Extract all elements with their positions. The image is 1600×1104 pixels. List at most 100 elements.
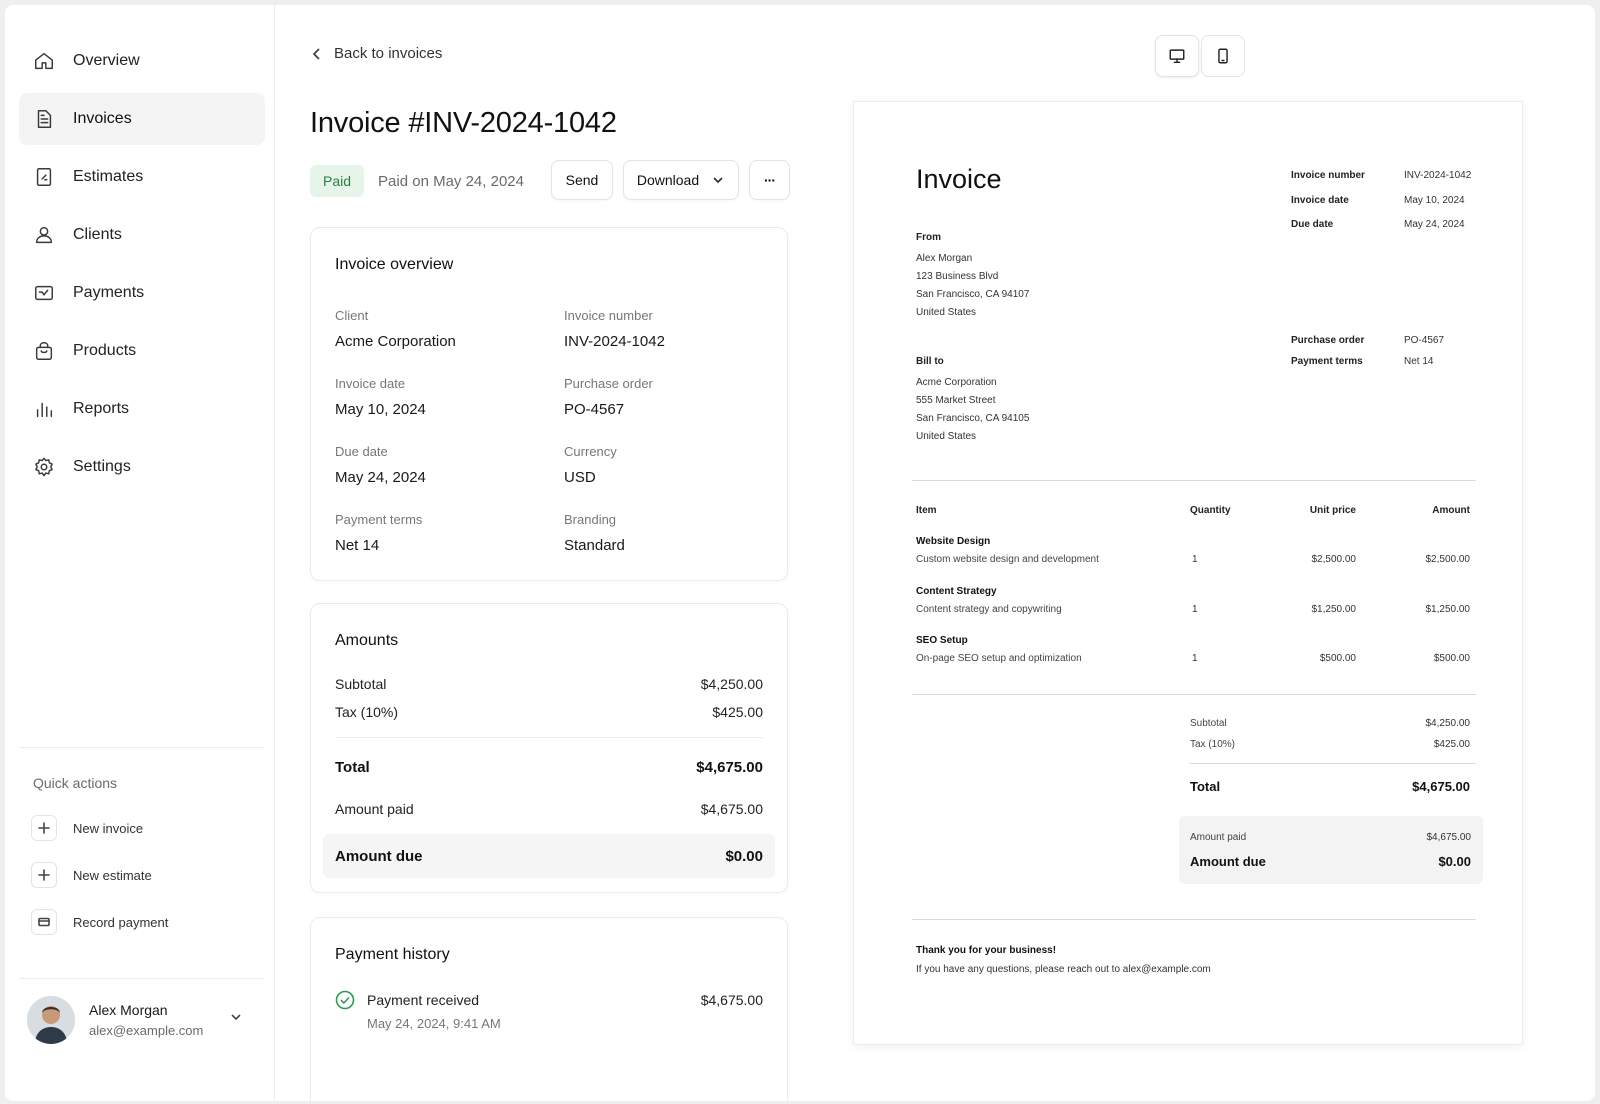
plus-icon [31, 862, 57, 888]
preview-thanks: Thank you for your business! [916, 945, 1057, 956]
field-label: Due date [335, 444, 388, 459]
sidebar-item-products[interactable]: Products [19, 325, 265, 377]
preview-amount-due-value: $0.00 [1438, 854, 1471, 869]
profile-text: Alex Morgan alex@example.com [89, 1002, 203, 1038]
quick-actions-title: Quick actions [33, 775, 118, 791]
sidebar-item-payments[interactable]: Payments [19, 267, 265, 319]
preview-subtotal-value: $4,250.00 [1425, 718, 1471, 729]
tax-row: Tax (10%) $425.00 [335, 704, 763, 720]
amount-paid-label: Amount paid [335, 801, 414, 817]
address-line: San Francisco, CA 94105 [916, 413, 1030, 424]
preview-tax-label: Tax (10%) [1190, 739, 1236, 750]
chevron-down-icon [713, 177, 723, 184]
address-line: Alex Morgan [916, 253, 973, 264]
download-button[interactable]: Download [623, 160, 739, 200]
amount-due-row: Amount due $0.00 [323, 834, 775, 878]
item-name: Website Design [916, 536, 991, 547]
meta-value: May 10, 2024 [1404, 195, 1465, 206]
page-title: Invoice #INV-2024-1042 [310, 107, 617, 139]
item-description: Custom website design and development [916, 554, 1099, 565]
total-value: $4,675.00 [696, 759, 763, 776]
user-profile[interactable]: Alex Morgan alex@example.com [27, 990, 257, 1050]
download-label: Download [636, 172, 700, 188]
totals-divider [1190, 763, 1476, 764]
column-header-amount: Amount [1432, 505, 1470, 516]
quick-action-label: New estimate [73, 867, 152, 883]
back-to-invoices-link[interactable]: Back to invoices [310, 45, 442, 62]
chevron-left-icon [312, 47, 320, 60]
more-icon: ··· [764, 172, 776, 188]
amount-paid-value: $4,675.00 [700, 801, 763, 817]
meta-label: Due date [1291, 219, 1334, 230]
payment-entry-label: Payment received [367, 992, 480, 1008]
preview-total-label: Total [1190, 779, 1221, 794]
sidebar-item-label: Overview [73, 52, 140, 69]
payment-entry-amount: $4,675.00 [700, 992, 763, 1008]
preview-tax-value: $425.00 [1433, 739, 1470, 750]
desktop-view-toggle[interactable] [1155, 35, 1199, 77]
quick-action-label: New invoice [73, 820, 144, 836]
item-amount: $2,500.00 [1425, 554, 1471, 565]
bill-to-address: Acme Corporation 555 Market Street San F… [916, 374, 1029, 446]
card-title: Invoice overview [335, 256, 454, 273]
overview-field-client: Client Acme Corporation [335, 308, 456, 350]
meta-label: Payment terms [1291, 356, 1363, 367]
preview-contact: If you have any questions, please reach … [916, 964, 1211, 975]
field-label: Invoice date [335, 376, 406, 391]
status-badge: Paid [310, 165, 365, 197]
address-line: 555 Market Street [916, 395, 996, 406]
card-title: Amounts [335, 632, 399, 649]
quick-action-label: Record payment [73, 914, 169, 930]
sidebar-item-clients[interactable]: Clients [19, 209, 265, 261]
amount-due-label: Amount due [335, 847, 423, 865]
item-unit-price: $2,500.00 [1311, 554, 1357, 565]
quick-action-record-payment[interactable]: Record payment [31, 909, 168, 935]
sidebar-item-overview[interactable]: Overview [19, 35, 265, 87]
subtotal-label: Subtotal [335, 676, 387, 692]
meta-label: Invoice date [1291, 195, 1349, 206]
column-header-unit-price: Unit price [1309, 505, 1356, 516]
subtotal-value: $4,250.00 [700, 676, 763, 692]
sidebar-item-reports[interactable]: Reports [19, 383, 265, 435]
overview-field-invoice-date: Invoice date May 10, 2024 [335, 376, 426, 418]
sidebar-divider [19, 978, 265, 979]
desktop-icon [1169, 49, 1185, 64]
field-value: Acme Corporation [335, 333, 456, 350]
column-header-quantity: Quantity [1190, 505, 1231, 516]
sidebar-item-label: Clients [73, 226, 122, 243]
more-options-button[interactable]: ··· [749, 160, 790, 200]
payment-history-card: Payment history Payment received May 24,… [310, 917, 788, 1101]
subtotal-row: Subtotal $4,250.00 [335, 676, 763, 692]
preview-title: Invoice [916, 164, 1002, 194]
item-amount: $1,250.00 [1425, 604, 1471, 615]
send-button[interactable]: Send [551, 160, 613, 200]
mobile-view-toggle[interactable] [1201, 35, 1245, 77]
field-value: USD [564, 469, 596, 486]
home-icon [33, 50, 55, 72]
address-line: United States [916, 431, 977, 442]
chevron-down-icon[interactable] [229, 1010, 243, 1029]
from-label: From [916, 232, 941, 243]
sidebar-item-invoices[interactable]: Invoices [19, 93, 265, 145]
field-label: Branding [564, 512, 617, 527]
field-value: INV-2024-1042 [564, 333, 665, 350]
invoice-overview-card: Invoice overview Client Acme Corporation… [310, 227, 788, 581]
quick-action-new-estimate[interactable]: New estimate [31, 862, 152, 888]
sidebar-item-label: Reports [73, 400, 130, 417]
user-icon [33, 224, 55, 246]
profile-email: alex@example.com [89, 1023, 204, 1038]
sidebar-item-settings[interactable]: Settings [19, 441, 265, 493]
overview-field-branding: Branding Standard [564, 512, 625, 554]
preview-amount-paid-label: Amount paid [1190, 832, 1247, 843]
preview-amount-paid-value: $4,675.00 [1426, 832, 1472, 843]
plus-icon [31, 815, 57, 841]
payment-entry-time: May 24, 2024, 9:41 AM [367, 1016, 501, 1031]
sidebar-item-label: Products [73, 342, 137, 359]
preview-total-value: $4,675.00 [1412, 779, 1470, 794]
overview-field-due-date: Due date May 24, 2024 [335, 444, 426, 486]
amount-due-value: $0.00 [725, 847, 763, 865]
quick-action-new-invoice[interactable]: New invoice [31, 815, 143, 841]
sidebar-item-estimates[interactable]: Estimates [19, 151, 265, 203]
sidebar-item-label: Settings [73, 458, 131, 475]
total-row: Total $4,675.00 [335, 759, 763, 776]
